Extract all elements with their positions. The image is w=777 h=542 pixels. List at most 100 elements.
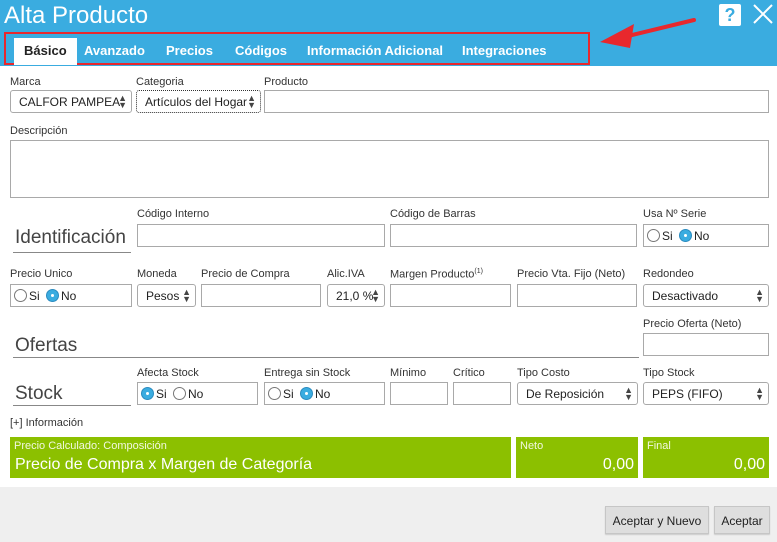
section-identificacion: Identificación bbox=[15, 227, 126, 248]
marca-label: Marca bbox=[10, 76, 41, 88]
redondeo-select[interactable]: Desactivado ▲ ▼ bbox=[643, 284, 769, 307]
usa-serie-label: Usa Nº Serie bbox=[643, 208, 707, 220]
categoria-select[interactable]: Artículos del Hogar ▲ ▼ bbox=[136, 90, 261, 113]
chevron-updown-icon: ▲ ▼ bbox=[755, 287, 764, 304]
descripcion-textarea[interactable] bbox=[10, 140, 769, 198]
entrega-sin-stock-no-label: No bbox=[315, 387, 331, 401]
precio-unico-si-label: Si bbox=[29, 289, 40, 303]
moneda-select[interactable]: Pesos ▲ ▼ bbox=[137, 284, 196, 307]
codigo-barras-label: Código de Barras bbox=[390, 208, 476, 220]
tipo-stock-label: Tipo Stock bbox=[643, 367, 695, 379]
final-panel: Final 0,00 bbox=[643, 437, 769, 478]
section-stock: Stock bbox=[15, 383, 63, 404]
critico-input[interactable] bbox=[453, 382, 511, 405]
critico-label: Crítico bbox=[453, 367, 485, 379]
afecta-stock-si-label: Si bbox=[156, 387, 167, 401]
section-ofertas: Ofertas bbox=[15, 335, 78, 356]
usa-serie-no-radio[interactable] bbox=[679, 229, 692, 242]
final-label: Final bbox=[647, 440, 671, 452]
codigo-barras-input[interactable] bbox=[390, 224, 637, 247]
help-icon[interactable]: ? bbox=[719, 4, 741, 26]
dialog-title: Alta Producto bbox=[4, 2, 149, 29]
aceptar-y-nuevo-button[interactable]: Aceptar y Nuevo bbox=[605, 506, 709, 534]
afecta-stock-no-label: No bbox=[188, 387, 204, 401]
tab-codigos[interactable]: Códigos bbox=[235, 43, 287, 58]
redondeo-label: Redondeo bbox=[643, 268, 694, 280]
categoria-value: Artículos del Hogar bbox=[145, 95, 248, 109]
moneda-label: Moneda bbox=[137, 268, 177, 280]
precio-compra-input[interactable] bbox=[201, 284, 321, 307]
chevron-updown-icon: ▲ ▼ bbox=[182, 287, 191, 304]
composicion-value: Precio de Compra x Margen de Categoría bbox=[15, 456, 313, 473]
chevron-updown-icon: ▲ ▼ bbox=[371, 287, 380, 304]
final-value: 0,00 bbox=[733, 456, 765, 473]
margen-label: Margen Producto(1) bbox=[390, 268, 483, 281]
producto-label: Producto bbox=[264, 76, 309, 88]
usa-serie-si-radio[interactable] bbox=[647, 229, 660, 242]
precio-oferta-label: Precio Oferta (Neto) bbox=[643, 318, 742, 330]
dialog-header: Alta Producto ? Básico Avanzado Precios … bbox=[0, 0, 777, 66]
alic-iva-select[interactable]: 21,0 % ▲ ▼ bbox=[327, 284, 385, 307]
usa-serie-radio-group: Si No bbox=[643, 224, 769, 247]
usa-serie-si-label: Si bbox=[662, 229, 673, 243]
marca-select[interactable]: CALFOR PAMPEA ▲ ▼ bbox=[10, 90, 132, 113]
tipo-costo-select[interactable]: De Reposición ▲ ▼ bbox=[517, 382, 638, 405]
margen-input[interactable] bbox=[390, 284, 511, 307]
entrega-sin-stock-radio-group: Si No bbox=[264, 382, 385, 405]
section-divider bbox=[13, 357, 639, 358]
minimo-input[interactable] bbox=[390, 382, 448, 405]
precio-unico-radio-group: Si No bbox=[10, 284, 132, 307]
descripcion-label: Descripción bbox=[10, 125, 68, 137]
section-divider bbox=[13, 405, 131, 406]
afecta-stock-radio-group: Si No bbox=[137, 382, 258, 405]
redondeo-value: Desactivado bbox=[652, 289, 719, 303]
chevron-updown-icon: ▲ ▼ bbox=[247, 93, 256, 110]
tab-basico[interactable]: Básico bbox=[14, 38, 77, 65]
moneda-value: Pesos bbox=[146, 289, 180, 303]
precio-unico-no-label: No bbox=[61, 289, 77, 303]
afecta-stock-no-radio[interactable] bbox=[173, 387, 186, 400]
arrow-annotation-icon bbox=[600, 18, 696, 48]
minimo-label: Mínimo bbox=[390, 367, 427, 379]
margen-label-text: Margen Producto bbox=[390, 268, 475, 281]
afecta-stock-si-radio[interactable] bbox=[141, 387, 154, 400]
chevron-updown-icon: ▲ ▼ bbox=[624, 385, 633, 402]
tab-avanzado[interactable]: Avanzado bbox=[84, 43, 145, 58]
precio-compra-label: Precio de Compra bbox=[201, 268, 290, 280]
tipo-costo-value: De Reposición bbox=[526, 387, 605, 401]
precio-vta-fijo-input[interactable] bbox=[517, 284, 637, 307]
close-icon[interactable] bbox=[751, 1, 775, 27]
codigo-interno-label: Código Interno bbox=[137, 208, 210, 220]
alic-iva-label: Alic.IVA bbox=[327, 268, 365, 280]
entrega-sin-stock-si-label: Si bbox=[283, 387, 294, 401]
neto-label: Neto bbox=[520, 440, 544, 452]
codigo-interno-input[interactable] bbox=[137, 224, 385, 247]
mas-informacion-link[interactable]: [+] Información bbox=[10, 417, 83, 429]
alic-iva-value: 21,0 % bbox=[336, 289, 374, 303]
producto-input[interactable] bbox=[264, 90, 769, 113]
margen-footnote: (1) bbox=[474, 268, 483, 275]
precio-unico-label: Precio Unico bbox=[10, 268, 73, 280]
tipo-costo-label: Tipo Costo bbox=[517, 367, 570, 379]
precio-unico-no-radio[interactable] bbox=[46, 289, 59, 302]
precio-unico-si-radio[interactable] bbox=[14, 289, 27, 302]
categoria-label: Categoria bbox=[136, 76, 184, 88]
section-divider bbox=[13, 252, 131, 253]
precio-vta-fijo-label: Precio Vta. Fijo (Neto) bbox=[517, 268, 626, 280]
chevron-updown-icon: ▲ ▼ bbox=[118, 93, 127, 110]
tab-integraciones[interactable]: Integraciones bbox=[462, 43, 547, 58]
composicion-label: Precio Calculado: Composición bbox=[14, 440, 167, 452]
usa-serie-no-label: No bbox=[694, 229, 710, 243]
marca-value: CALFOR PAMPEA bbox=[19, 95, 121, 109]
neto-panel: Neto 0,00 bbox=[516, 437, 638, 478]
entrega-sin-stock-si-radio[interactable] bbox=[268, 387, 281, 400]
chevron-updown-icon: ▲ ▼ bbox=[755, 385, 764, 402]
tab-precios[interactable]: Precios bbox=[166, 43, 213, 58]
tab-informacion-adicional[interactable]: Información Adicional bbox=[307, 43, 443, 58]
precio-oferta-input[interactable] bbox=[643, 333, 769, 356]
aceptar-button[interactable]: Aceptar bbox=[714, 506, 770, 534]
tipo-stock-value: PEPS (FIFO) bbox=[652, 387, 723, 401]
entrega-sin-stock-no-radio[interactable] bbox=[300, 387, 313, 400]
composicion-panel: Precio Calculado: Composición Precio de … bbox=[10, 437, 511, 478]
tipo-stock-select[interactable]: PEPS (FIFO) ▲ ▼ bbox=[643, 382, 769, 405]
